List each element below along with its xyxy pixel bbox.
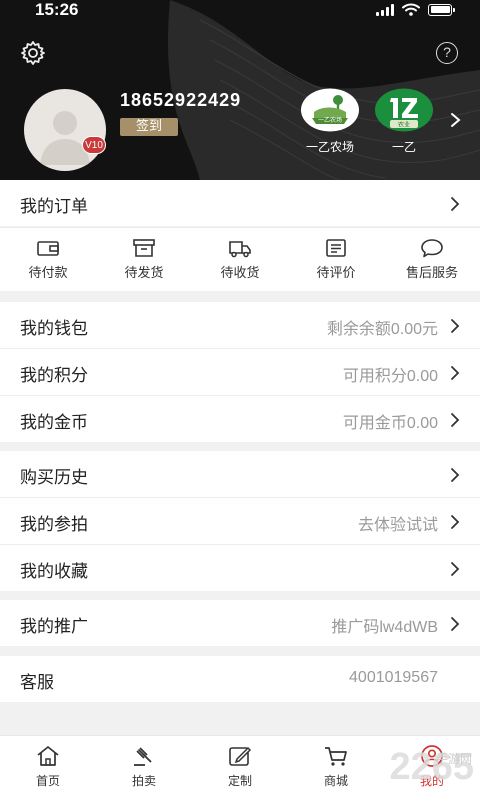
order-pending-receipt-label: 待收货: [220, 266, 260, 281]
my-orders-row[interactable]: 我的订单: [0, 180, 480, 226]
bottom-tab-bar: 首页 拍卖 定制 商城 我的: [0, 735, 480, 800]
tab-home-label: 首页: [35, 774, 60, 788]
my-auctions-row[interactable]: 我的参拍 去体验试试: [0, 498, 480, 544]
signal-icon: [376, 3, 394, 16]
agri-logo-text: 农业: [398, 121, 410, 129]
purchase-history-label: 购买历史: [20, 468, 88, 488]
tab-custom-label: 定制: [227, 774, 252, 788]
my-wallet-label: 我的钱包: [20, 319, 88, 339]
my-favorites-label: 我的收藏: [20, 562, 88, 582]
edit-icon: [229, 746, 252, 766]
my-points-row[interactable]: 我的积分 可用积分0.00: [0, 349, 480, 395]
home-icon: [37, 746, 59, 766]
service-phone-value[interactable]: 4001019567: [349, 669, 438, 687]
shop-item-agri[interactable]: 农业 一乙: [374, 88, 434, 155]
order-pending-receipt[interactable]: 待收货: [192, 228, 288, 291]
chevron-right-icon: [451, 468, 460, 482]
my-promotion-label: 我的推广: [20, 617, 88, 637]
tab-auction-label: 拍卖: [131, 774, 156, 788]
tab-custom[interactable]: 定制: [192, 736, 288, 800]
status-time: 15:26: [35, 0, 79, 19]
chevron-right-icon: [451, 617, 460, 631]
settings-gear-icon[interactable]: [20, 40, 46, 66]
chevron-right-icon: [451, 413, 460, 427]
tab-mall[interactable]: 商城: [288, 736, 384, 800]
customer-service-label: 客服: [20, 673, 54, 693]
my-favorites-row[interactable]: 我的收藏: [0, 545, 480, 591]
tab-mall-label: 商城: [323, 774, 348, 788]
status-bar: 15:26: [0, 0, 480, 22]
my-points-label: 我的积分: [20, 366, 88, 386]
shop-name-farm: 一乙农场: [305, 140, 354, 154]
order-pending-payment-label: 待付款: [28, 266, 68, 281]
tab-mine[interactable]: 我的: [384, 736, 480, 800]
points-value: 可用积分0.00: [342, 368, 438, 385]
my-promotion-row[interactable]: 我的推广 推广码lw4dWB: [0, 600, 480, 646]
review-icon: [326, 239, 346, 257]
user-icon: [421, 745, 443, 767]
chat-icon: [421, 239, 443, 258]
vip-level-badge: V10: [82, 136, 106, 154]
order-pending-payment[interactable]: 待付款: [0, 228, 96, 291]
wallet-icon: [37, 241, 59, 256]
order-after-sales-label: 售后服务: [405, 266, 458, 281]
wallet-balance-value: 剩余余额0.00元: [326, 321, 438, 338]
tab-mine-label: 我的: [419, 774, 444, 788]
coins-value: 可用金币0.00: [342, 415, 438, 432]
default-user-avatar-icon: [40, 111, 90, 165]
truck-icon: [229, 241, 251, 258]
order-pending-shipment[interactable]: 待发货: [96, 228, 192, 291]
gavel-icon: [134, 747, 152, 766]
order-status-bar: 待付款 待发货 待收货 待评价 售后服务: [0, 228, 480, 291]
purchase-history-row[interactable]: 购买历史: [0, 451, 480, 497]
promotion-code-value: 推广码lw4dWB: [331, 619, 438, 636]
order-pending-review[interactable]: 待评价: [288, 228, 384, 291]
my-coins-row[interactable]: 我的金币 可用金币0.00: [0, 396, 480, 442]
chevron-right-icon: [451, 319, 460, 333]
order-pending-review-label: 待评价: [316, 266, 356, 281]
farm-logo-text: 一乙农场: [318, 116, 342, 124]
chevron-right-icon: [451, 366, 460, 380]
signin-button[interactable]: 签到: [120, 118, 178, 136]
chevron-right-icon: [451, 562, 460, 576]
avatar[interactable]: [24, 89, 106, 171]
farm-shop-logo: 一乙农场: [301, 88, 359, 132]
my-coins-label: 我的金币: [20, 413, 88, 433]
order-after-sales[interactable]: 售后服务: [384, 228, 480, 291]
tab-auction[interactable]: 拍卖: [96, 736, 192, 800]
customer-service-row[interactable]: 客服 4001019567: [0, 656, 480, 702]
my-auctions-label: 我的参拍: [20, 515, 88, 535]
help-icon[interactable]: ?: [436, 42, 458, 64]
cart-icon: [325, 747, 347, 766]
auctions-value: 去体验试试: [357, 517, 438, 534]
wifi-icon: [402, 3, 420, 16]
chevron-right-icon[interactable]: [448, 112, 462, 128]
battery-icon: [428, 3, 455, 16]
tab-home[interactable]: 首页: [0, 736, 96, 800]
profile-header: 15:26 ? V10 18652922429 签到 一乙农场 一乙农场 农业 …: [0, 0, 480, 180]
my-wallet-row[interactable]: 我的钱包 剩余余额0.00元: [0, 302, 480, 348]
chevron-right-icon: [451, 197, 460, 211]
my-orders-label: 我的订单: [20, 197, 88, 217]
user-phone-number: 18652922429: [120, 90, 242, 110]
chevron-right-icon: [451, 515, 460, 529]
box-icon: [133, 239, 155, 257]
agri-shop-logo: 农业: [375, 88, 433, 132]
order-pending-shipment-label: 待发货: [124, 266, 164, 281]
shop-item-farm[interactable]: 一乙农场 一乙农场: [300, 88, 360, 155]
shop-name-agri: 一乙: [391, 140, 416, 154]
